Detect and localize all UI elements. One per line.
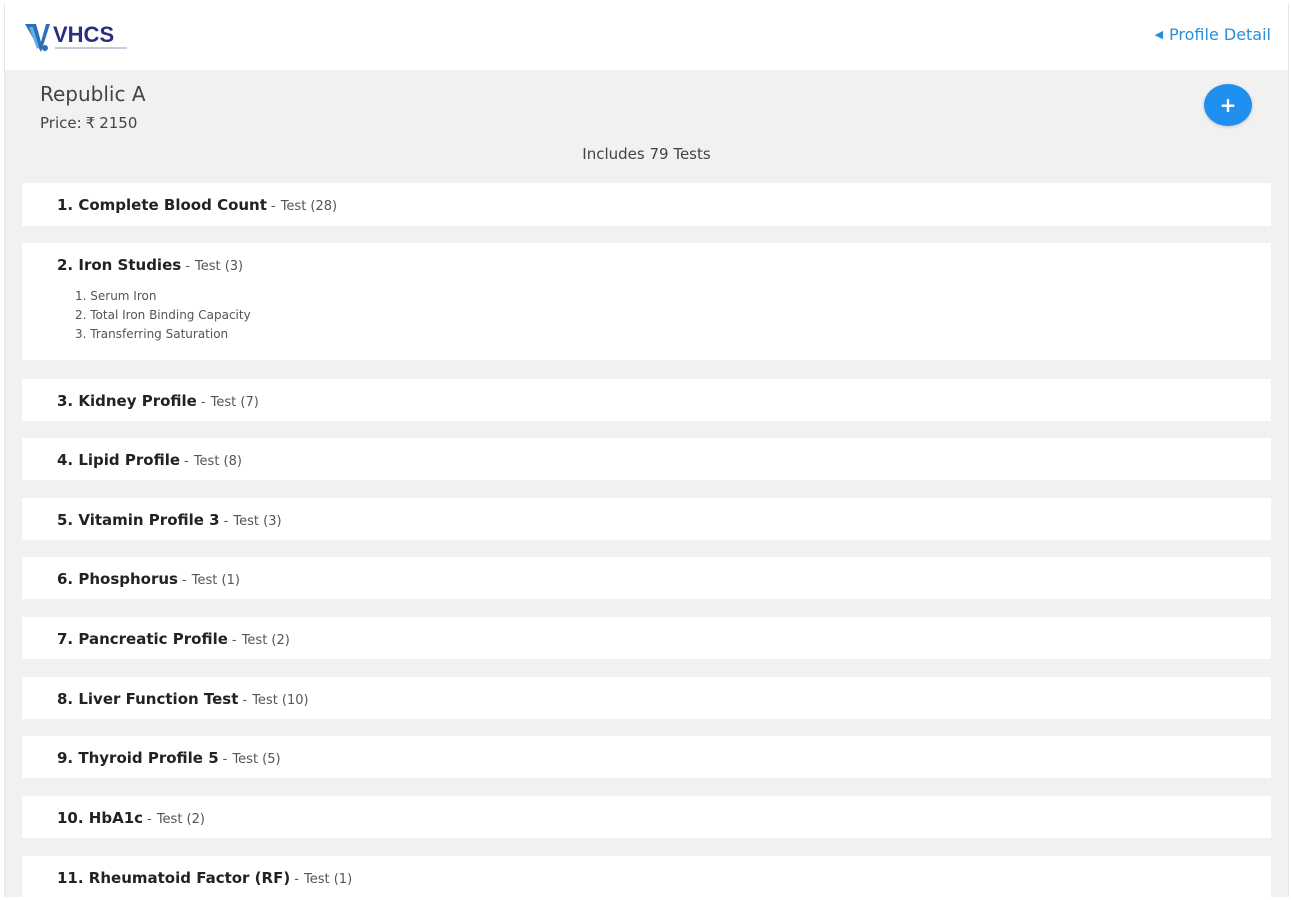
test-count: Test (3) — [233, 514, 282, 529]
test-item-kidney-profile[interactable]: 3. Kidney Profile - Test (7) — [22, 379, 1271, 421]
currency-symbol: ₹ — [85, 114, 96, 132]
test-separator: - — [294, 872, 299, 887]
test-count: Test (1) — [304, 872, 353, 887]
includes-count: Includes 79 Tests — [582, 145, 711, 163]
test-name: 4. Lipid Profile — [57, 451, 181, 469]
test-count: Test (8) — [193, 454, 242, 469]
test-name: 9. Thyroid Profile 5 — [57, 749, 219, 767]
test-name: 11. Rheumatoid Factor (RF) — [57, 869, 291, 887]
test-name: 6. Phosphorus — [57, 570, 178, 588]
test-name: 10. HbA1c — [57, 809, 144, 827]
test-separator: - — [270, 199, 276, 214]
test-item-hba1c[interactable]: 10. HbA1c - Test (2) — [22, 796, 1271, 838]
test-name: 3. Kidney Profile — [57, 392, 197, 410]
test-name: 8. Liver Function Test — [57, 690, 239, 708]
test-name: 1. Complete Blood Count — [57, 196, 267, 214]
package-title: Republic A — [40, 82, 146, 106]
test-separator: - — [231, 633, 237, 648]
price-label: Price: — [40, 114, 82, 132]
test-count: Test (28) — [280, 199, 338, 214]
logo-mark-icon: VHCS — [25, 22, 127, 52]
test-item-liver-function-test[interactable]: 8. Liver Function Test - Test (10) — [22, 677, 1271, 719]
test-count: Test (2) — [156, 812, 205, 827]
vhcs-logo[interactable]: VHCS — [23, 18, 143, 58]
test-count: Test (2) — [241, 633, 290, 648]
test-separator: - — [223, 514, 229, 529]
sub-test-item: 3. Transferring Saturation — [75, 327, 229, 341]
test-name: 2. Iron Studies — [57, 256, 182, 274]
test-item-complete-blood-count[interactable]: 1. Complete Blood Count - Test (28) — [22, 183, 1271, 226]
test-item-vitamin-profile-3[interactable]: 5. Vitamin Profile 3- Test (3) — [22, 498, 1271, 540]
test-separator: - — [222, 752, 228, 767]
test-item-pancreatic-profile[interactable]: 7. Pancreatic Profile - Test (2) — [22, 617, 1271, 659]
sub-test-item: 1. Serum Iron — [75, 289, 157, 303]
test-item-rheumatoid-factor[interactable]: 11. Rheumatoid Factor (RF) - Test (1) — [22, 856, 1271, 897]
test-item-phosphorus[interactable]: 6. Phosphorus - Test (1) — [22, 557, 1271, 599]
profile-detail-link[interactable]: ◀ Profile Detail — [1155, 25, 1271, 44]
top-header: VHCS ◀ Profile Detail — [5, 4, 1288, 70]
test-count: Test (1) — [191, 573, 240, 588]
test-item-iron-studies[interactable]: 2. Iron Studies - Test (3) 1. Serum Iron … — [22, 243, 1271, 360]
test-item-lipid-profile[interactable]: 4. Lipid Profile - Test (8) — [22, 438, 1271, 480]
test-name: 7. Pancreatic Profile — [57, 630, 228, 648]
price-value: 2150 — [99, 114, 138, 132]
svg-text:VHCS: VHCS — [53, 22, 114, 47]
plus-icon: + — [1219, 93, 1237, 117]
test-count: Test (3) — [194, 259, 244, 274]
app-frame: VHCS ◀ Profile Detail Republic A Price: ₹… — [4, 4, 1289, 897]
add-button[interactable]: + — [1204, 84, 1252, 126]
test-separator: - — [184, 454, 189, 469]
test-separator: - — [200, 395, 206, 410]
test-separator: - — [242, 693, 248, 708]
back-arrow-icon: ◀ — [1154, 28, 1164, 41]
sub-test-item: 2. Total Iron Binding Capacity — [75, 308, 251, 322]
test-count: Test (5) — [232, 752, 281, 767]
test-count: Test (7) — [210, 395, 259, 410]
test-separator: - — [185, 259, 190, 274]
package-price: Price: ₹2150 — [40, 114, 137, 132]
test-item-thyroid-profile-5[interactable]: 9. Thyroid Profile 5- Test (5) — [22, 736, 1271, 778]
test-separator: - — [182, 573, 187, 588]
sub-test-list: 1. Serum Iron 2. Total Iron Binding Capa… — [75, 287, 251, 344]
test-count: Test (10) — [252, 693, 309, 708]
profile-detail-label: Profile Detail — [1169, 25, 1271, 44]
test-separator: - — [147, 812, 152, 827]
test-name: 5. Vitamin Profile 3 — [57, 511, 220, 529]
